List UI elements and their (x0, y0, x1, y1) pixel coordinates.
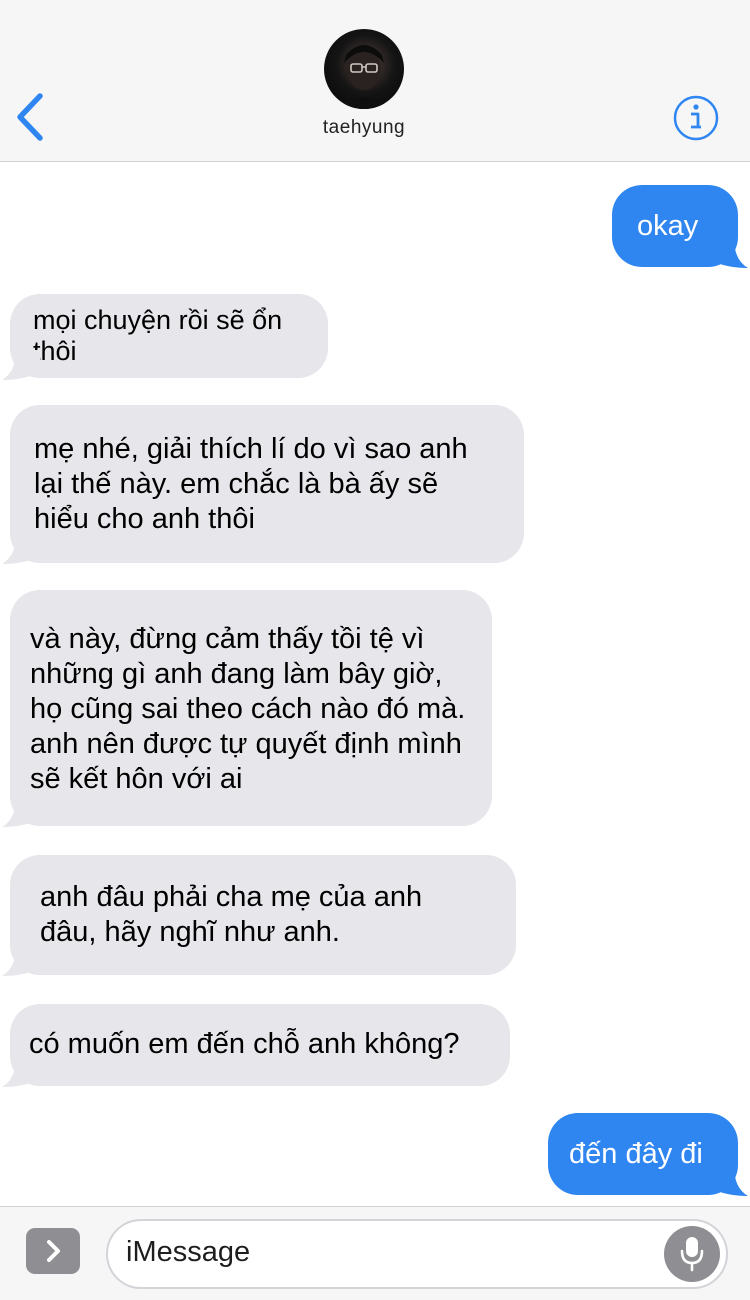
chevron-left-icon (17, 93, 43, 141)
message-input-placeholder: iMessage (126, 1236, 251, 1268)
bubble-tail (710, 238, 748, 268)
bubble-tail (2, 350, 40, 380)
message-text: okay (637, 210, 699, 242)
message-text: và này, đừng cảm thấy tồi tệ vì những gì… (30, 623, 466, 795)
avatar-photo (334, 45, 394, 109)
contact-name[interactable]: taehyung (275, 117, 453, 139)
bubble-tail (2, 946, 40, 976)
back-button[interactable] (14, 92, 48, 142)
message-bubble-incoming[interactable]: có muốn em đến chỗ anh không? (10, 1004, 510, 1086)
contact-avatar[interactable] (324, 29, 404, 109)
chevron-right-icon (47, 1240, 60, 1262)
bubble-tail (710, 1166, 748, 1196)
microphone-button[interactable] (664, 1226, 720, 1282)
bubble-tail (2, 534, 40, 564)
message-text: đến đây đi (569, 1138, 703, 1170)
bubble-tail (2, 1057, 40, 1087)
expand-apps-button[interactable] (26, 1228, 80, 1274)
info-icon (673, 95, 719, 141)
message-bubble-incoming[interactable]: mọi chuyện rồi sẽ ổn thôi (10, 294, 328, 378)
message-text: mẹ nhé, giải thích lí do vì sao anh lại … (34, 433, 468, 535)
message-text: có muốn em đến chỗ anh không? (29, 1028, 460, 1060)
microphone-icon (680, 1237, 704, 1272)
message-bubble-incoming[interactable]: và này, đừng cảm thấy tồi tệ vì những gì… (10, 590, 492, 826)
bubble-tail (2, 797, 40, 827)
message-text: mọi chuyện rồi sẽ ổn thôi (33, 305, 283, 366)
message-bubble-incoming[interactable]: anh đâu phải cha mẹ của anh đâu, hãy ngh… (10, 855, 516, 975)
message-text: anh đâu phải cha mẹ của anh đâu, hãy ngh… (40, 881, 423, 948)
info-button[interactable] (672, 94, 720, 142)
message-bubble-incoming[interactable]: mẹ nhé, giải thích lí do vì sao anh lại … (10, 405, 524, 563)
